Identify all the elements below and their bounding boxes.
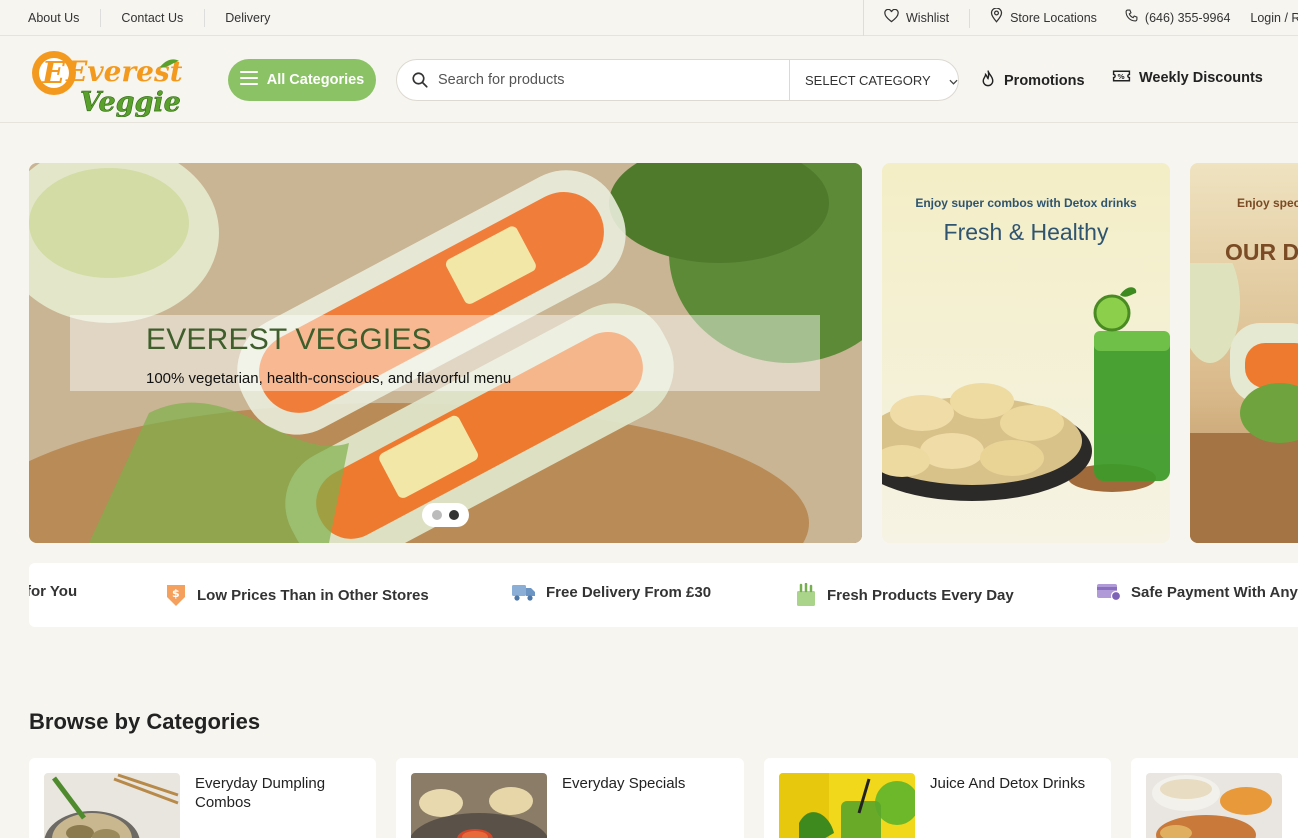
browse-categories-title: Browse by Categories: [29, 709, 261, 734]
truck-icon: [512, 583, 536, 601]
category-thumbnail: [44, 773, 180, 838]
category-name: Juice And Detox Drinks: [930, 775, 1086, 792]
search-icon[interactable]: [411, 71, 429, 89]
category-name: Everyday Specials: [562, 775, 686, 792]
promo-title: Fresh & Healthy: [943, 219, 1109, 245]
contact-us-link[interactable]: Contact Us: [121, 8, 206, 27]
features-strip: for You $ Low Prices Than in Other Store…: [29, 563, 1298, 627]
price-tag-icon: $: [165, 583, 187, 607]
promo-banner-our-daily[interactable]: Enjoy spec OUR DA: [1190, 163, 1298, 543]
payment-card-icon: [1097, 583, 1121, 601]
top-right-links: Wishlist Store Locations (646) 355-9964 …: [863, 0, 1298, 36]
produce-box-icon: [795, 583, 817, 607]
feature-low-prices: $ Low Prices Than in Other Stores: [165, 583, 429, 607]
menu-icon: [239, 71, 258, 89]
wishlist-link[interactable]: Wishlist: [864, 8, 971, 28]
feature-safe-payment: Safe Payment With Any: [1097, 583, 1298, 601]
feature-for-you: for You: [29, 583, 78, 600]
promo-title: OUR DA: [1225, 239, 1298, 265]
slider-dot-2[interactable]: [449, 510, 459, 520]
weekly-discounts-link[interactable]: % Weekly Discounts: [1112, 69, 1263, 87]
promo-banner-fresh-healthy[interactable]: Enjoy super combos with Detox drinks Fre…: [882, 163, 1170, 543]
spring-rolls-thumb-image: [1190, 263, 1298, 543]
top-bar: About Us Contact Us Delivery Wishlist St…: [0, 0, 1298, 36]
promotions-link[interactable]: Promotions: [980, 69, 1085, 92]
select-category-dropdown[interactable]: SELECT CATEGORY: [789, 60, 958, 100]
logo-text-everest: Everest: [65, 55, 182, 88]
svg-text:%: %: [1118, 72, 1125, 81]
logo-text-veggie: Veggie: [80, 87, 181, 117]
promo-subtitle: Enjoy super combos with Detox drinks: [915, 196, 1137, 210]
slider-dots: [422, 503, 469, 527]
delivery-link[interactable]: Delivery: [225, 9, 291, 27]
hero-slider[interactable]: EVEREST VEGGIES 100% vegetarian, health-…: [29, 163, 862, 543]
login-link[interactable]: Login / R: [1238, 9, 1298, 27]
top-links: About Us Contact Us Delivery: [0, 8, 311, 27]
slider-dot-1[interactable]: [432, 510, 442, 520]
feature-fresh-products: Fresh Products Every Day: [795, 583, 1014, 607]
search-input[interactable]: [438, 72, 778, 88]
search-bar: SELECT CATEGORY: [396, 59, 959, 101]
category-name: Everyday Dumpling Combos: [195, 775, 326, 811]
location-pin-icon: [990, 7, 1003, 28]
all-categories-button[interactable]: All Categories: [228, 59, 376, 101]
store-locations-link[interactable]: Store Locations: [970, 7, 1105, 28]
category-thumbnail: [411, 773, 547, 838]
hero-subtitle: 100% vegetarian, health-conscious, and f…: [146, 370, 512, 387]
hero-title: EVEREST VEGGIES: [146, 323, 432, 356]
feature-free-delivery: Free Delivery From £30: [512, 583, 711, 601]
category-card-juice-detox[interactable]: Juice And Detox Drinks: [764, 758, 1111, 838]
category-thumbnail: [1146, 773, 1282, 838]
chevron-down-icon: [949, 73, 958, 88]
svg-text:E: E: [41, 56, 66, 91]
category-card-4[interactable]: [1131, 758, 1298, 838]
phone-link[interactable]: (646) 355-9964: [1105, 9, 1238, 27]
phone-icon: [1125, 9, 1138, 27]
category-thumbnail: [779, 773, 915, 838]
flame-icon: [980, 69, 996, 92]
hero-caption: EVEREST VEGGIES 100% vegetarian, health-…: [70, 315, 820, 391]
dumplings-and-juice-image: [882, 287, 1170, 501]
category-card-dumpling-combos[interactable]: Everyday Dumpling Combos: [29, 758, 376, 838]
promo-subtitle: Enjoy spec: [1237, 196, 1298, 210]
main-header: E Everest Veggie All Categories SELECT C…: [0, 37, 1298, 123]
about-us-link[interactable]: About Us: [28, 8, 102, 27]
heart-icon: [884, 8, 899, 28]
category-card-everyday-specials[interactable]: Everyday Specials: [396, 758, 744, 838]
svg-text:$: $: [172, 587, 180, 600]
everest-veggie-logo[interactable]: E Everest Veggie: [32, 45, 183, 118]
ticket-icon: %: [1112, 69, 1131, 87]
